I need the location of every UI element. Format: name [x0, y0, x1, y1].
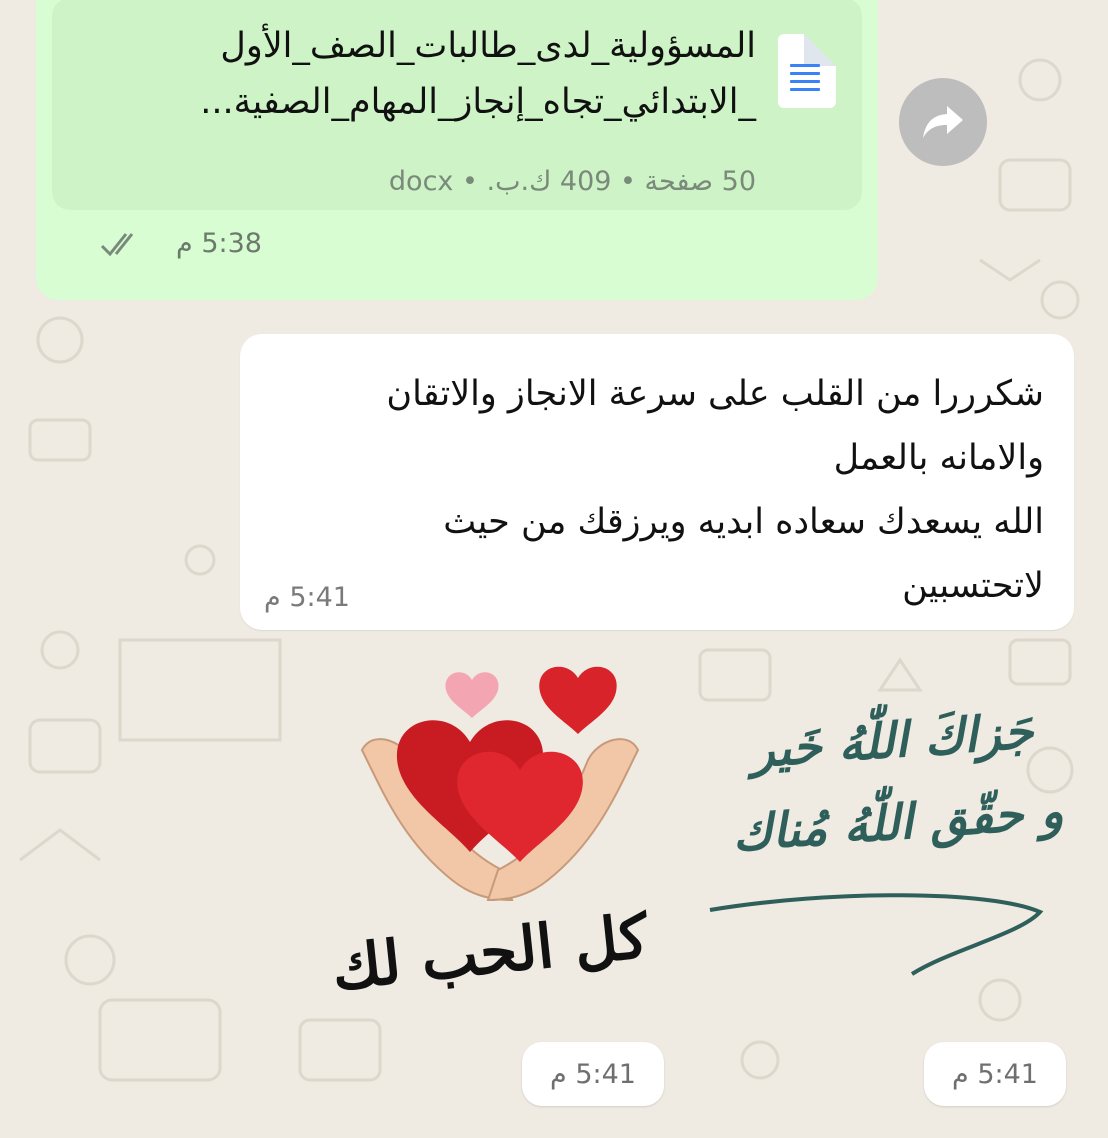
document-file-icon [778, 34, 836, 108]
document-title: المسؤولية_لدى_طالبات_الصف_الأول _الابتدا… [56, 18, 756, 130]
document-title-line: المسؤولية_لدى_طالبات_الصف_الأول [220, 26, 756, 66]
double-check-icon [100, 233, 134, 257]
message-timestamp: 5:38 م [176, 228, 262, 259]
outgoing-document-bubble[interactable]: المسؤولية_لدى_طالبات_الصف_الأول _الابتدا… [36, 0, 878, 300]
forward-button[interactable] [899, 78, 987, 166]
message-timestamp: 5:41 م [264, 582, 350, 613]
hearts-sticker[interactable]: كل الحب لك [300, 650, 680, 1030]
document-attachment[interactable]: المسؤولية_لدى_طالبات_الصف_الأول _الابتدا… [52, 0, 862, 210]
sticker-timestamp: 5:41 م [924, 1042, 1066, 1106]
incoming-message-bubble[interactable]: شكرررا من القلب على سرعة الانجاز والاتقا… [240, 334, 1074, 630]
document-title-line: _الابتدائي_تجاه_إنجاز_المهام_الصفية... [200, 82, 756, 122]
message-text: شكرررا من القلب على سرعة الانجاز والاتقا… [274, 362, 1044, 618]
sticker-timestamp: 5:41 م [522, 1042, 664, 1106]
calligraphy-sticker[interactable]: جَزاكَ اللّٰهُ خَير و حقّق اللّٰهُ مُناك [690, 690, 1090, 990]
document-meta: 50 صفحة • 409 ك.ب. • docx [388, 166, 756, 197]
forward-icon [923, 106, 963, 138]
message-line: شكرررا من القلب على سرعة الانجاز والاتقا… [386, 374, 1044, 414]
message-line: والامانه بالعمل [833, 438, 1044, 478]
hands-hearts-illustration [360, 666, 640, 902]
message-line: الله يسعدك سعاده ابديه ويرزقك من حيث [443, 502, 1044, 542]
calligraphy-swash [709, 893, 1044, 976]
message-line: لاتحتسبين [902, 566, 1044, 606]
